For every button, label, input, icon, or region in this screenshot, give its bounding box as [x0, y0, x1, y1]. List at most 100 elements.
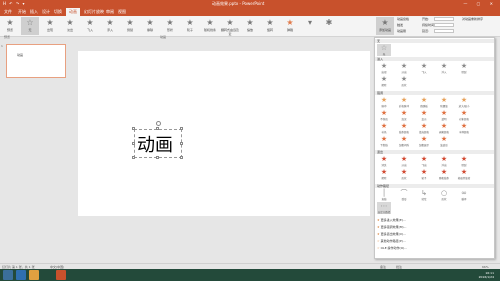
gallery-item[interactable]: ★ 不饱和	[377, 109, 391, 121]
gallery-item[interactable]: ⌒ 弧形	[397, 189, 411, 201]
ie-icon[interactable]	[16, 270, 26, 280]
start-icon[interactable]	[3, 270, 13, 280]
gallery-item[interactable]: ★ 字体颜色	[457, 122, 471, 134]
effect-wheel[interactable]: ★ 轮子	[181, 17, 199, 35]
gallery-item[interactable]: ★ 脉冲	[377, 96, 391, 108]
slide-title-text[interactable]: 动画	[137, 131, 173, 157]
gallery-item[interactable]: │ 直线	[377, 189, 391, 201]
tab-slideshow[interactable]: 幻灯片放映	[84, 9, 104, 15]
gallery-item[interactable]: ★ 波浪形	[437, 135, 451, 147]
gallery-item[interactable]: ★ 画笔颜色	[437, 122, 451, 134]
tab-file[interactable]: 文件	[4, 9, 12, 15]
tab-insert[interactable]: 插入	[30, 9, 38, 15]
animation-pane-button[interactable]: 动画窗格	[397, 17, 409, 21]
duration-input[interactable]	[434, 23, 454, 27]
resize-handle[interactable]	[180, 127, 183, 130]
gallery-item[interactable]: ★ 劈裂	[457, 155, 471, 167]
more-entrance-effects[interactable]: ★ 更多进入效果(E)...	[377, 218, 406, 222]
effect-wipe[interactable]: ★ 擦除	[141, 17, 159, 35]
gallery-item[interactable]: ★ 淡出	[397, 62, 411, 74]
effect-float-in[interactable]: ★ 浮入	[101, 17, 119, 35]
resize-handle[interactable]	[156, 127, 159, 130]
gallery-item[interactable]: ★ 劈裂	[457, 62, 471, 74]
gallery-item[interactable]: ★ 随机线条	[437, 168, 451, 180]
gallery-item[interactable]: ★ 收缩并旋转	[457, 168, 471, 180]
rotate-handle[interactable]	[156, 121, 161, 126]
effect-shape[interactable]: ★ 形状	[161, 17, 179, 35]
gallery-item[interactable]: ★ 加深	[397, 109, 411, 121]
gallery-item[interactable]: ★ 出现	[377, 62, 391, 74]
gallery-item[interactable]: ★ 下划线	[377, 135, 391, 147]
gallery-item[interactable]: ☆ 无	[377, 44, 391, 56]
star-icon: ★	[440, 168, 448, 176]
effect-grow-turn[interactable]: ★ 翻转式由远及近	[221, 17, 239, 36]
system-clock[interactable]: 16:11 2016/1/24	[479, 271, 494, 279]
powerpoint-icon[interactable]	[56, 270, 66, 280]
window-controls[interactable]: — ▢ ✕	[463, 1, 497, 6]
effect-fly-in[interactable]: ★ 飞入	[81, 17, 99, 35]
effect-swivel[interactable]: ★ 旋转	[261, 17, 279, 35]
gallery-item[interactable]: ★ 浮入	[437, 62, 451, 74]
gallery-item[interactable]: ★ 飞入	[417, 62, 431, 74]
animation-painter-button[interactable]: 动画刷	[397, 29, 406, 33]
resize-handle[interactable]	[132, 127, 135, 130]
gallery-item[interactable]: ★ 形状	[397, 168, 411, 180]
gallery-item[interactable]: ★ 透明	[437, 109, 451, 121]
gallery-item[interactable]: ⋯ 自定义路径	[377, 202, 391, 214]
gallery-item[interactable]: ↳ 转弯	[417, 189, 431, 201]
gallery-item[interactable]: ★ 线条颜色	[397, 122, 411, 134]
slide-canvas[interactable]: 动画	[78, 51, 370, 216]
add-animation-button[interactable]: ★ 添加动画	[376, 17, 394, 35]
effect-none[interactable]: ☆ 无	[21, 17, 39, 35]
gallery-item[interactable]: ★ 形状	[397, 75, 411, 87]
gallery-item[interactable]: ★ 陀螺旋	[437, 96, 451, 108]
tab-review[interactable]: 审阅	[106, 9, 114, 15]
resize-handle[interactable]	[132, 156, 135, 159]
gallery-item[interactable]: ★ 擦除	[377, 168, 391, 180]
tab-design[interactable]: 设计	[42, 9, 50, 15]
gallery-item[interactable]: ★ 跷跷板	[417, 96, 431, 108]
gallery-item[interactable]: ★ 对象颜色	[457, 109, 471, 121]
gallery-item[interactable]: ★ 变淡	[417, 109, 431, 121]
preview-button[interactable]: ★ 预览	[1, 17, 19, 35]
effect-zoom[interactable]: ★ 缩放	[241, 17, 259, 35]
effect-split[interactable]: ★ 劈裂	[121, 17, 139, 35]
gallery-item[interactable]: ★ 加粗展示	[417, 135, 431, 147]
ole-action-verbs[interactable]: ☆ OLE 操作动作(O)...	[377, 246, 407, 250]
effect-random-bars[interactable]: ★ 随机线条	[201, 17, 219, 35]
gallery-item[interactable]: ∞ 循环	[457, 189, 471, 201]
tab-view[interactable]: 视图	[118, 9, 126, 15]
tab-home[interactable]: 开始	[18, 9, 26, 15]
gallery-item[interactable]: ★ 浮出	[437, 155, 451, 167]
effect-options-button[interactable]: ✱	[320, 17, 338, 35]
gallery-item[interactable]: ★ 补色	[377, 122, 391, 134]
gallery-item[interactable]: ★ 擦除	[377, 75, 391, 87]
resize-handle[interactable]	[180, 156, 183, 159]
gallery-item[interactable]: ★ 填充颜色	[417, 122, 431, 134]
gallery-item[interactable]: ★ 放大/缩小	[457, 96, 471, 108]
more-emphasis-effects[interactable]: ★ 更多强调效果(M)...	[377, 225, 406, 229]
delay-input[interactable]	[434, 29, 454, 33]
slide-thumbnail[interactable]: 动画	[6, 44, 66, 78]
more-exit-effects[interactable]: ★ 更多退出效果(X)...	[377, 232, 406, 236]
quick-access-toolbar[interactable]: H ↶ ↷ ▾	[3, 1, 26, 6]
gallery-item[interactable]: ★ 轮子	[417, 168, 431, 180]
trigger-button[interactable]: 触发	[397, 23, 403, 27]
resize-handle[interactable]	[180, 142, 183, 145]
gallery-item[interactable]: ★ 彩色脉冲	[397, 96, 411, 108]
effect-fade[interactable]: ★ 淡出	[61, 17, 79, 35]
gallery-item[interactable]: ★ 加粗闪烁	[397, 135, 411, 147]
gallery-item[interactable]: ★ 淡出	[397, 155, 411, 167]
tab-animations[interactable]: 动画	[66, 8, 80, 16]
gallery-scroll[interactable]: ▾	[301, 17, 319, 35]
tab-transitions[interactable]: 切换	[54, 9, 62, 15]
gallery-item[interactable]: ★ 消失	[377, 155, 391, 167]
more-motion-paths[interactable]: ☆ 其他动作路径(P)...	[377, 239, 406, 243]
effect-bounce[interactable]: ★ 弹跳	[281, 17, 299, 35]
effect-appear[interactable]: ★ 出现	[41, 17, 59, 35]
folder-icon[interactable]	[29, 270, 39, 280]
start-select[interactable]	[434, 17, 454, 21]
gallery-item[interactable]: ○ 形状	[437, 189, 451, 201]
resize-handle[interactable]	[132, 142, 135, 145]
gallery-item[interactable]: ★ 飞出	[417, 155, 431, 167]
